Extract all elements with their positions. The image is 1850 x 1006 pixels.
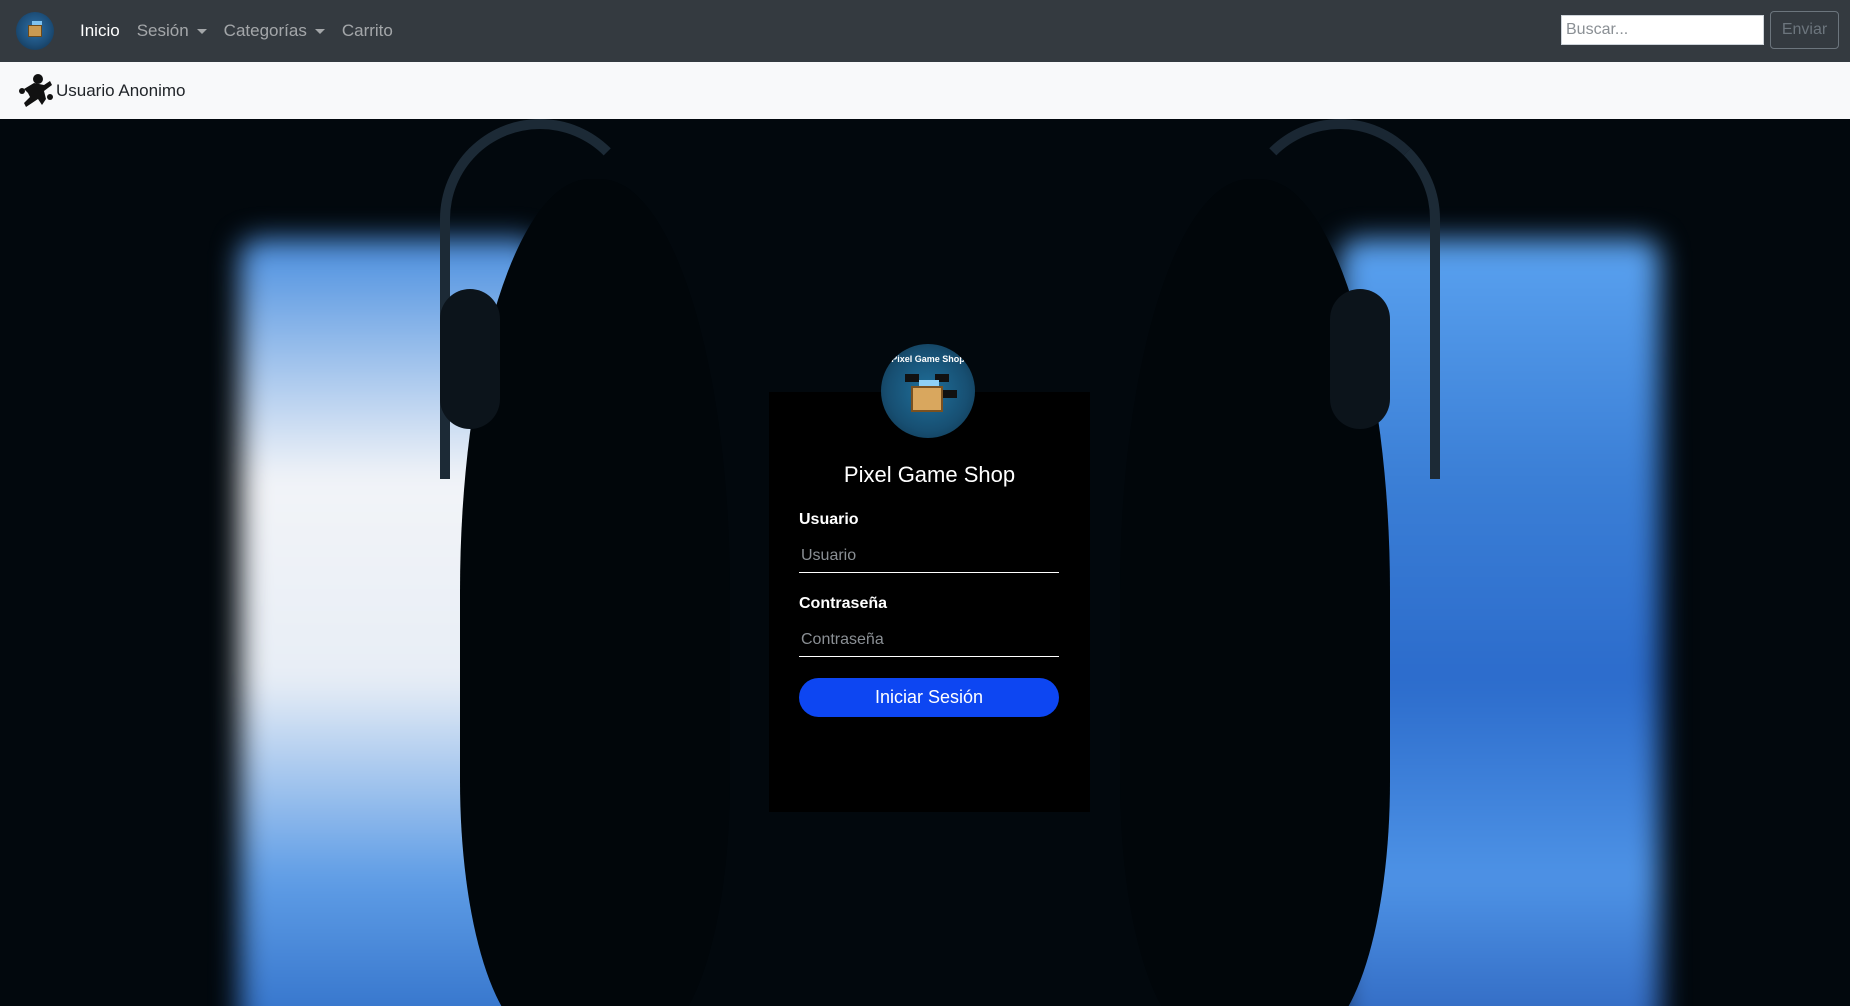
headphone-ear-left	[440, 289, 500, 429]
nav-categorias-label: Categorías	[223, 21, 307, 40]
player-silhouette-icon	[19, 73, 53, 107]
nav-sesion-label: Sesión	[136, 21, 189, 40]
password-field[interactable]	[799, 623, 1059, 657]
username-label: Usuario Anonimo	[56, 80, 186, 100]
user-bar: Usuario Anonimo	[0, 62, 1850, 119]
search-submit-button[interactable]: Enviar	[1770, 11, 1839, 49]
username-field-label: Usuario	[799, 511, 859, 528]
search-input[interactable]	[1561, 15, 1764, 45]
brand-logo-icon[interactable]	[16, 12, 54, 50]
nav-categorias-dropdown[interactable]: Categorías	[224, 21, 325, 41]
caret-down-icon	[196, 28, 207, 34]
login-title: Pixel Game Shop	[843, 462, 1016, 487]
top-navbar: Inicio Sesión Categorías Carrito Enviar	[0, 0, 1850, 62]
nav-inicio-label: Inicio	[80, 21, 120, 40]
password-field-label: Contraseña	[799, 595, 888, 612]
nav-carrito-label: Carrito	[341, 21, 393, 40]
logo-text: Pixel Game Shop	[891, 354, 965, 364]
shop-logo-icon: Pixel Game Shop	[881, 344, 975, 438]
invader-icon	[943, 390, 957, 398]
nav-inicio[interactable]: Inicio	[80, 21, 120, 41]
nav-sesion-dropdown[interactable]: Sesión	[137, 21, 207, 41]
login-submit-button[interactable]: Iniciar Sesión	[799, 678, 1059, 717]
username-field[interactable]	[799, 539, 1059, 573]
invader-icon	[905, 374, 919, 382]
nav-carrito[interactable]: Carrito	[342, 21, 393, 41]
search-form: Enviar	[1561, 11, 1839, 49]
logo-box	[911, 386, 943, 412]
headphone-ear-right	[1330, 289, 1390, 429]
caret-down-icon	[314, 28, 325, 34]
